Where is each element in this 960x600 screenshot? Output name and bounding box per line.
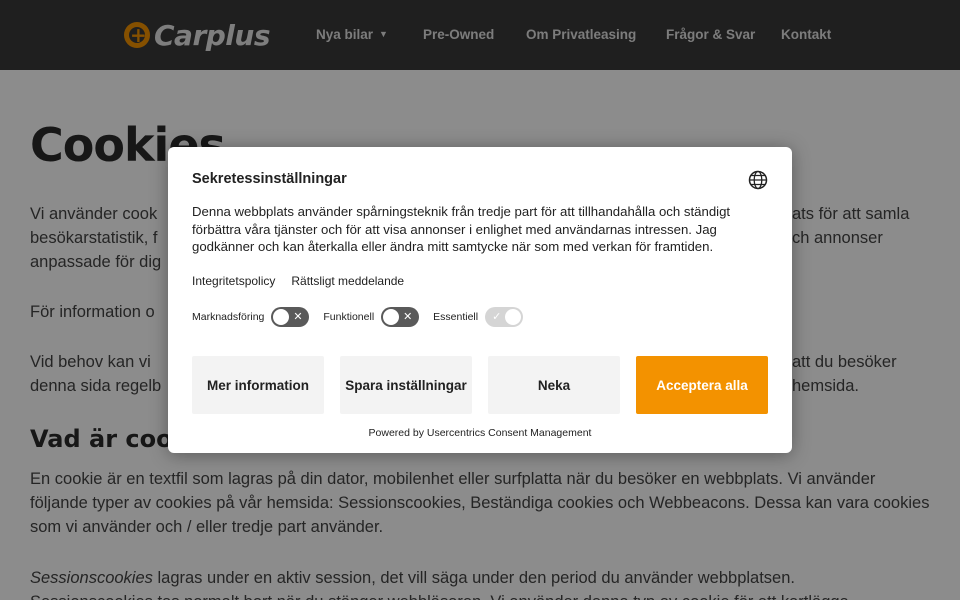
save-settings-button[interactable]: Spara inställningar <box>340 356 472 414</box>
powered-by-text[interactable]: Powered by Usercentrics Consent Manageme… <box>168 427 792 439</box>
modal-backdrop-top <box>0 0 960 70</box>
check-icon: ✓ <box>492 311 502 323</box>
privacy-policy-link[interactable]: Integritetspolicy <box>192 274 275 288</box>
toggle-knob <box>505 309 522 325</box>
marketing-toggle-label: Marknadsföring <box>192 311 265 323</box>
marketing-toggle[interactable]: ✕ <box>271 307 310 327</box>
consent-dialog: Sekretessinställningar Denna webbplats a… <box>168 147 792 453</box>
more-info-button[interactable]: Mer information <box>192 356 324 414</box>
consent-toggles: Marknadsföring ✕ Funktionell ✕ Essentiel… <box>192 307 537 327</box>
essential-toggle: ✓ <box>485 307 524 327</box>
dialog-links: Integritetspolicy Rättsligt meddelande <box>192 274 404 288</box>
legal-notice-link[interactable]: Rättsligt meddelande <box>291 274 404 288</box>
dialog-description: Denna webbplats använder spårningsteknik… <box>192 204 731 254</box>
x-icon: ✕ <box>293 311 303 323</box>
toggle-knob <box>273 309 290 325</box>
x-icon: ✕ <box>403 311 413 323</box>
language-globe-icon[interactable] <box>748 170 768 190</box>
essential-toggle-label: Essentiell <box>433 311 479 323</box>
functional-toggle[interactable]: ✕ <box>381 307 420 327</box>
deny-button[interactable]: Neka <box>488 356 620 414</box>
toggle-knob <box>383 309 400 325</box>
functional-toggle-label: Funktionell <box>323 311 375 323</box>
dialog-title: Sekretessinställningar <box>192 171 347 187</box>
accept-all-button[interactable]: Acceptera alla <box>636 356 768 414</box>
